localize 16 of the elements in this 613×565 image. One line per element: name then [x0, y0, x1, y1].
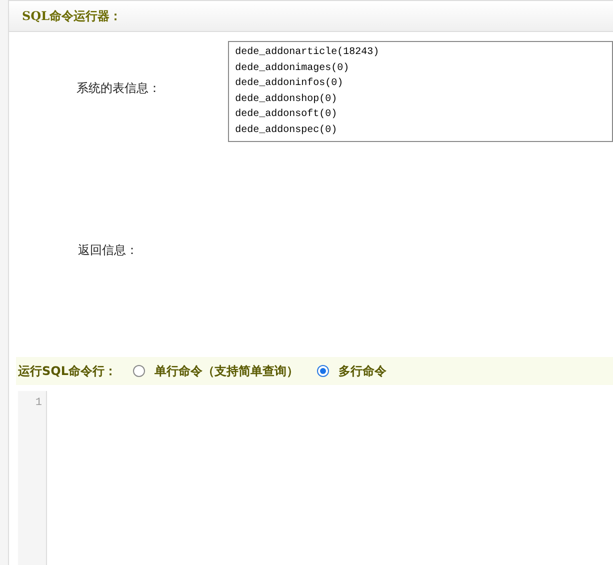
panel-title: SQL命令运行器： [22, 8, 122, 24]
run-mode-label: 运行SQL命令行： [18, 362, 116, 380]
line-number: 1 [34, 397, 42, 409]
table-list-item[interactable]: dede_addonspec(0) [235, 122, 612, 139]
table-list-item[interactable]: dede_addoninfos(0) [235, 76, 612, 92]
radio-button[interactable] [132, 365, 144, 377]
radio-button[interactable] [316, 365, 328, 377]
table-list-item[interactable]: dede_addonshop(0) [235, 92, 612, 108]
radio-label[interactable]: 单行命令（支持简单查询） [154, 362, 298, 380]
table-info-label: 系统的表信息： [76, 80, 162, 96]
table-list-item[interactable]: dede_addonimages(0) [235, 60, 612, 76]
table-list-item[interactable]: dede_addonsoft(0) [235, 107, 612, 123]
radio-label[interactable]: 多行命令 [338, 362, 386, 380]
table-list[interactable]: dede_addonarticle(18243) dede_addonimages(0) dede_addoninfos(0) dede_addonshop(0) dede_addonsoft(0) dede_addonspec(0) [228, 41, 613, 142]
return-info-label: 返回信息： [77, 242, 139, 259]
table-list-item[interactable]: dede_addonarticle(18243) [235, 45, 612, 61]
